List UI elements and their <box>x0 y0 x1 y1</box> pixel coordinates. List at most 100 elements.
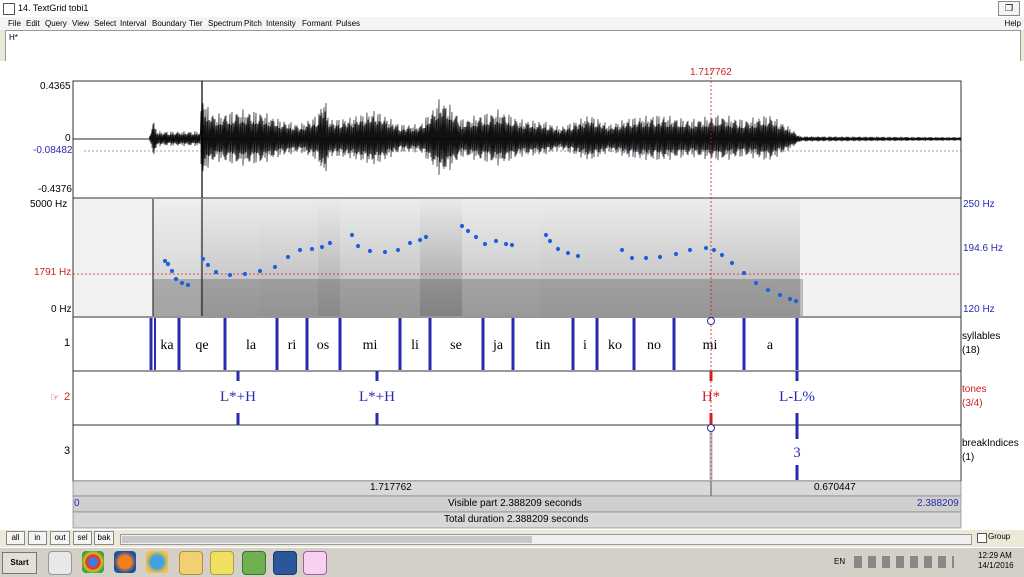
pitch-point <box>367 248 373 254</box>
pitch-point <box>793 298 799 304</box>
pitch-point <box>687 247 693 253</box>
media-player-icon[interactable] <box>48 551 72 575</box>
zoom-back-button[interactable]: bak <box>94 531 114 545</box>
pitch-point <box>465 228 471 234</box>
language-indicator[interactable]: EN <box>834 557 845 566</box>
pitch-point <box>629 255 635 261</box>
spectrogram-low-band <box>153 279 803 316</box>
pitch-point <box>703 245 709 251</box>
pitch-point <box>319 244 325 250</box>
pitch-point <box>777 292 783 298</box>
pitch-point <box>547 238 553 244</box>
menu-pitch[interactable]: Pitch <box>244 19 262 28</box>
pitch-point <box>503 241 509 247</box>
word-icon[interactable] <box>273 551 297 575</box>
menu-query[interactable]: Query <box>45 19 67 28</box>
pitch-point <box>765 287 771 293</box>
group-checkbox[interactable] <box>977 533 987 543</box>
label-text-field[interactable]: H* <box>5 30 1021 62</box>
menu-file[interactable]: File <box>8 19 21 28</box>
system-tray: EN 12:29 AM 14/1/2016 <box>828 550 1024 574</box>
start-button[interactable]: Start <box>2 552 37 574</box>
spectrogram <box>152 199 803 316</box>
chrome-icon[interactable] <box>82 551 104 573</box>
menu-edit[interactable]: Edit <box>26 19 40 28</box>
pitch-point <box>162 258 168 264</box>
menu-interval[interactable]: Interval <box>120 19 146 28</box>
pitch-point <box>185 282 191 288</box>
syllable-label: qe <box>195 338 208 353</box>
syllable-label: se <box>450 338 462 353</box>
pitch-point <box>165 261 171 267</box>
scrollbar-thumb[interactable] <box>122 536 532 543</box>
zoom-selection-button[interactable]: sel <box>73 531 92 545</box>
syllable-label: tin <box>536 338 551 353</box>
pitch-point <box>787 296 793 302</box>
total-duration-label[interactable]: Total duration 2.388209 seconds <box>444 514 589 525</box>
pitch-point <box>473 234 479 240</box>
menu-formant[interactable]: Formant <box>302 19 332 28</box>
syllable-label: ri <box>288 338 297 353</box>
menu-pulses[interactable]: Pulses <box>336 19 360 28</box>
menu-boundary[interactable]: Boundary <box>152 19 186 28</box>
pitch-point <box>309 246 315 252</box>
pitch-point <box>227 272 233 278</box>
menu-tier[interactable]: Tier <box>189 19 202 28</box>
pitch-point <box>205 262 211 268</box>
window-icon <box>3 3 15 15</box>
pitch-point <box>459 223 465 229</box>
tone-label: L*+H <box>359 389 395 405</box>
pitch-point <box>395 247 401 253</box>
pitch-point <box>179 280 185 286</box>
internet-explorer-icon[interactable] <box>146 551 168 573</box>
menu-help[interactable]: Help <box>1005 19 1021 28</box>
analysis-canvas[interactable]: ka qe la ri os mi li se ja tin i ko no mi a L*+H L*+H H*… <box>0 61 1024 531</box>
pitch-point <box>619 247 625 253</box>
pitch-point <box>543 232 549 238</box>
clock-date: 14/1/2016 <box>978 561 1014 570</box>
pitch-point <box>285 254 291 260</box>
sticky-notes-icon[interactable] <box>210 551 234 575</box>
pitch-point <box>575 253 581 259</box>
maximize-button[interactable]: ❐ <box>998 1 1020 16</box>
pitch-point <box>349 232 355 238</box>
pitch-point <box>729 260 735 266</box>
right-segment-duration[interactable]: 0.670447 <box>814 482 856 493</box>
menu-intensity[interactable]: Intensity <box>266 19 296 28</box>
menu-spectrum[interactable]: Spectrum <box>208 19 242 28</box>
pitch-point <box>711 247 717 253</box>
visible-start-time: 0 <box>74 498 80 509</box>
pitch-point <box>407 240 413 246</box>
break-index-label: 3 <box>793 445 801 461</box>
pitch-point <box>753 280 759 286</box>
pitch-point <box>657 254 663 260</box>
editor-area: 1.717762 0.4365 0 -0.08482 -0.4376 5000 … <box>0 61 1024 531</box>
praat-icon[interactable] <box>303 551 327 575</box>
paint-icon[interactable] <box>242 551 266 575</box>
syllable-label: la <box>246 338 257 353</box>
pitch-point <box>673 251 679 257</box>
file-explorer-icon[interactable] <box>179 551 203 575</box>
menu-select[interactable]: Select <box>94 19 116 28</box>
pitch-point <box>257 268 263 274</box>
firefox-icon[interactable] <box>114 551 136 573</box>
pitch-point <box>565 250 571 256</box>
pitch-point <box>423 234 429 240</box>
pitch-point <box>327 240 333 246</box>
label-text-value: H* <box>9 33 18 42</box>
syllable-label: os <box>317 338 329 353</box>
visible-part-label[interactable]: Visible part 2.388209 seconds <box>448 498 582 509</box>
zoom-in-button[interactable]: in <box>28 531 47 545</box>
taskbar: Start EN 12:29 AM 14/1/2016 <box>0 547 1024 577</box>
tray-icons[interactable] <box>854 556 954 568</box>
zoom-all-button[interactable]: all <box>6 531 25 545</box>
menu-view[interactable]: View <box>72 19 89 28</box>
left-segment-duration[interactable]: 1.717762 <box>370 482 412 493</box>
syllable-label: ko <box>608 338 622 353</box>
pitch-point <box>741 270 747 276</box>
zoom-out-button[interactable]: out <box>50 531 70 545</box>
syllable-label: mi <box>703 338 718 353</box>
pitch-point <box>555 246 561 252</box>
horizontal-scrollbar[interactable] <box>120 534 972 545</box>
pitch-point <box>200 256 206 262</box>
